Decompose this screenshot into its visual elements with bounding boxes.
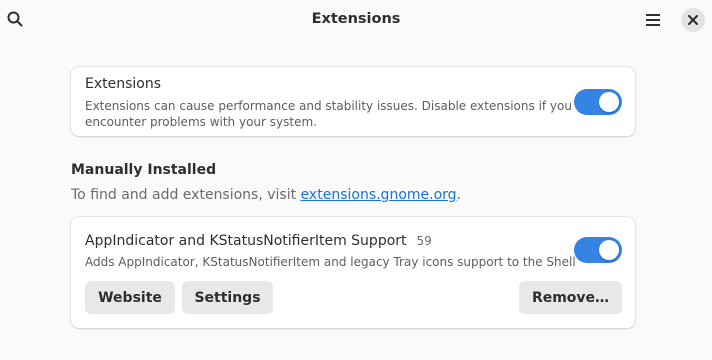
description-prefix: To find and add extensions, visit <box>71 187 301 203</box>
switch-knob <box>599 240 619 260</box>
remove-button[interactable]: Remove… <box>519 281 622 314</box>
window-title: Extensions <box>311 11 401 27</box>
manually-installed-description: To find and add extensions, visit extens… <box>71 187 461 203</box>
description-suffix: . <box>456 187 461 203</box>
close-button[interactable] <box>681 8 705 32</box>
extension-card-appindicator: AppIndicator and KStatusNotifierItem Sup… <box>71 217 635 328</box>
extensions-enable-switch[interactable] <box>574 89 622 115</box>
main-menu-button[interactable] <box>640 8 666 32</box>
settings-button[interactable]: Settings <box>182 281 273 314</box>
extension-version: 59 <box>416 234 432 248</box>
extension-title-row: AppIndicator and KStatusNotifierItem Sup… <box>85 233 432 249</box>
extension-description: Adds AppIndicator, KStatusNotifierItem a… <box>85 255 576 269</box>
extension-enable-switch[interactable] <box>574 237 622 263</box>
manually-installed-heading: Manually Installed <box>71 162 217 178</box>
close-icon <box>688 15 698 25</box>
hamburger-menu-icon <box>646 14 660 26</box>
extensions-gnome-org-link[interactable]: extensions.gnome.org <box>301 187 457 203</box>
extensions-toggle-description-line2: encounter problems with your system. <box>85 115 317 129</box>
extensions-toggle-description-line1: Extensions can cause performance and sta… <box>85 99 572 113</box>
switch-knob <box>599 92 619 112</box>
header-bar: Extensions <box>0 0 712 40</box>
website-button[interactable]: Website <box>85 281 175 314</box>
extension-name: AppIndicator and KStatusNotifierItem Sup… <box>85 233 407 249</box>
extensions-toggle-card: Extensions Extensions can cause performa… <box>71 67 635 136</box>
extensions-toggle-title: Extensions <box>85 76 162 92</box>
